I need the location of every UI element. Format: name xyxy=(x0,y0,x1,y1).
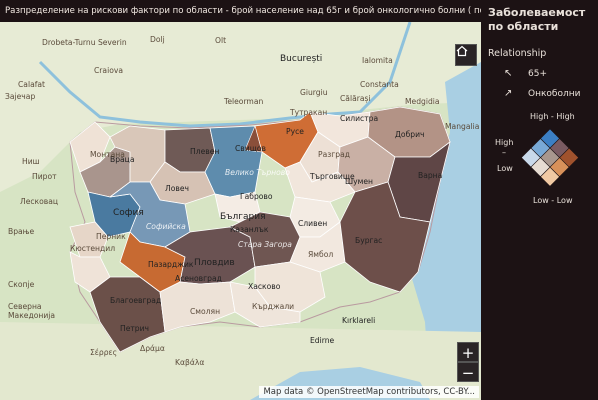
bivariate-legend: High - High High – Low Low - Low xyxy=(481,108,598,218)
map-label-gabrovo: Габрово xyxy=(240,192,273,201)
map-label-ialomita: Ialomita xyxy=(362,56,393,65)
map-label-pirot: Пирот xyxy=(32,172,57,181)
map-attribution[interactable]: Map data © OpenStreetMap contributors, C… xyxy=(259,386,479,398)
map-label-sliven: Сливен xyxy=(298,219,328,228)
corner-label-low-low: Low - Low xyxy=(533,196,573,205)
corner-label-high-high: High - High xyxy=(530,112,575,121)
map-label-kardzhali: Кърджали xyxy=(252,302,295,311)
map-label-constanta: Constanta xyxy=(360,80,399,89)
map-label-leskovac: Лесковац xyxy=(20,197,59,206)
map-label-dobrich: Добрич xyxy=(395,130,425,139)
map-label-kavala: Καβάλα xyxy=(175,358,205,367)
map-label-zaj: Зајечар xyxy=(5,92,36,101)
bivariate-grid xyxy=(520,128,580,187)
map-label-petrich: Петрич xyxy=(120,324,150,333)
map-label-targovishte: Търговище xyxy=(310,172,355,181)
map-label-pleven: Плевен xyxy=(190,147,220,156)
map-label-teleorman: Teleorman xyxy=(224,97,264,106)
legend-row-oncology: ↗ Онкоболни xyxy=(488,88,591,99)
arrow-up-left-icon: ↖ xyxy=(504,68,513,79)
map-label-giurgiu: Giurgiu xyxy=(300,88,328,97)
corner-label-low: Low xyxy=(497,164,513,173)
map-label-yambol: Ямбол xyxy=(308,250,334,259)
home-icon xyxy=(456,45,468,57)
map-label-vtarnovo: Велико Търново xyxy=(225,168,290,177)
map-label-sofia: София xyxy=(113,208,144,218)
map-label-severna: Северна Македонија xyxy=(8,302,56,320)
map-label-burgas: Бургас xyxy=(355,236,383,245)
map-label-craiova: Craiova xyxy=(94,66,123,75)
legend-row-65plus: ↖ 65+ xyxy=(488,68,591,79)
map-label-razgrad: Разград xyxy=(318,150,350,159)
map-label-pernik: Перник xyxy=(96,232,126,241)
zoom-in-button[interactable]: + xyxy=(457,342,479,362)
map-label-dolj: Dolj xyxy=(150,35,165,44)
map-label-kyustendil: Кюстендил xyxy=(70,244,116,253)
map-view[interactable]: Dolj Olt București Drobeta-Turnu Severin… xyxy=(0,22,481,400)
map-label-bucuresti: București xyxy=(280,54,323,64)
map-label-montana: Монтана xyxy=(90,150,125,159)
map-label-lovech: Ловеч xyxy=(165,184,189,193)
map-label-serres: Σέρρες xyxy=(90,348,118,357)
map-label-calafat: Calafat xyxy=(18,80,46,89)
map-label-stara: Стара Загора xyxy=(238,240,292,249)
legend-label-65plus: 65+ xyxy=(528,68,547,79)
map-label-bulgaria: България xyxy=(220,212,266,222)
map-label-varna: Варна xyxy=(418,171,443,180)
map-label-drama: Δράμα xyxy=(140,344,165,353)
map-label-skopje: Скопје xyxy=(8,280,35,289)
map-label-medgidia: Medgidia xyxy=(405,97,440,106)
map-label-svishtov: Свищов xyxy=(235,144,266,153)
map-label-pazardzhik: Пазарджик xyxy=(148,260,194,269)
corner-label-high: High xyxy=(495,138,514,147)
map-label-asenovgrad: Асеновград xyxy=(175,274,222,283)
legend-panel: Заболеваемост по области Relationship ↖ … xyxy=(481,0,598,400)
map-label-kazanlak: Казанлък xyxy=(230,225,269,234)
legend-label-oncology: Онкоболни xyxy=(528,88,581,99)
map-label-olt: Olt xyxy=(215,36,227,45)
corner-label-mid: – xyxy=(502,148,506,157)
map-label-vranje: Врање xyxy=(8,227,35,236)
map-title: Разпределение на рискови фактори по обла… xyxy=(0,0,481,22)
map-label-haskovo: Хасково xyxy=(248,282,281,291)
map-label-plovdiv: Пловдив xyxy=(194,258,235,268)
arrow-up-right-icon: ↗ xyxy=(504,88,513,99)
map-label-drobeta: Drobeta-Turnu Severin xyxy=(42,38,127,47)
map-label-tutrakan: Тутракан xyxy=(290,108,328,117)
map-label-silistra: Силистра xyxy=(340,114,379,123)
zoom-out-button[interactable]: − xyxy=(457,362,479,382)
map-label-ruse: Русе xyxy=(286,127,304,136)
map-label-mangalia: Mangalia xyxy=(445,122,480,131)
map-label-smolyan: Смолян xyxy=(190,307,221,316)
map-label-calarasi: Călărași xyxy=(340,94,371,103)
legend-title: Заболеваемост по области xyxy=(488,6,586,33)
map-label-nish: Ниш xyxy=(22,157,40,166)
map-label-sofiyska: Софийска xyxy=(146,222,186,231)
relationship-label: Relationship xyxy=(488,48,547,59)
map-label-edirne: Edirne xyxy=(310,336,335,345)
basemap xyxy=(0,22,481,400)
map-label-kirklareli: Kırklareli xyxy=(342,316,376,325)
map-label-blagoevgrad: Благоевград xyxy=(110,296,162,305)
home-button[interactable] xyxy=(455,44,477,66)
